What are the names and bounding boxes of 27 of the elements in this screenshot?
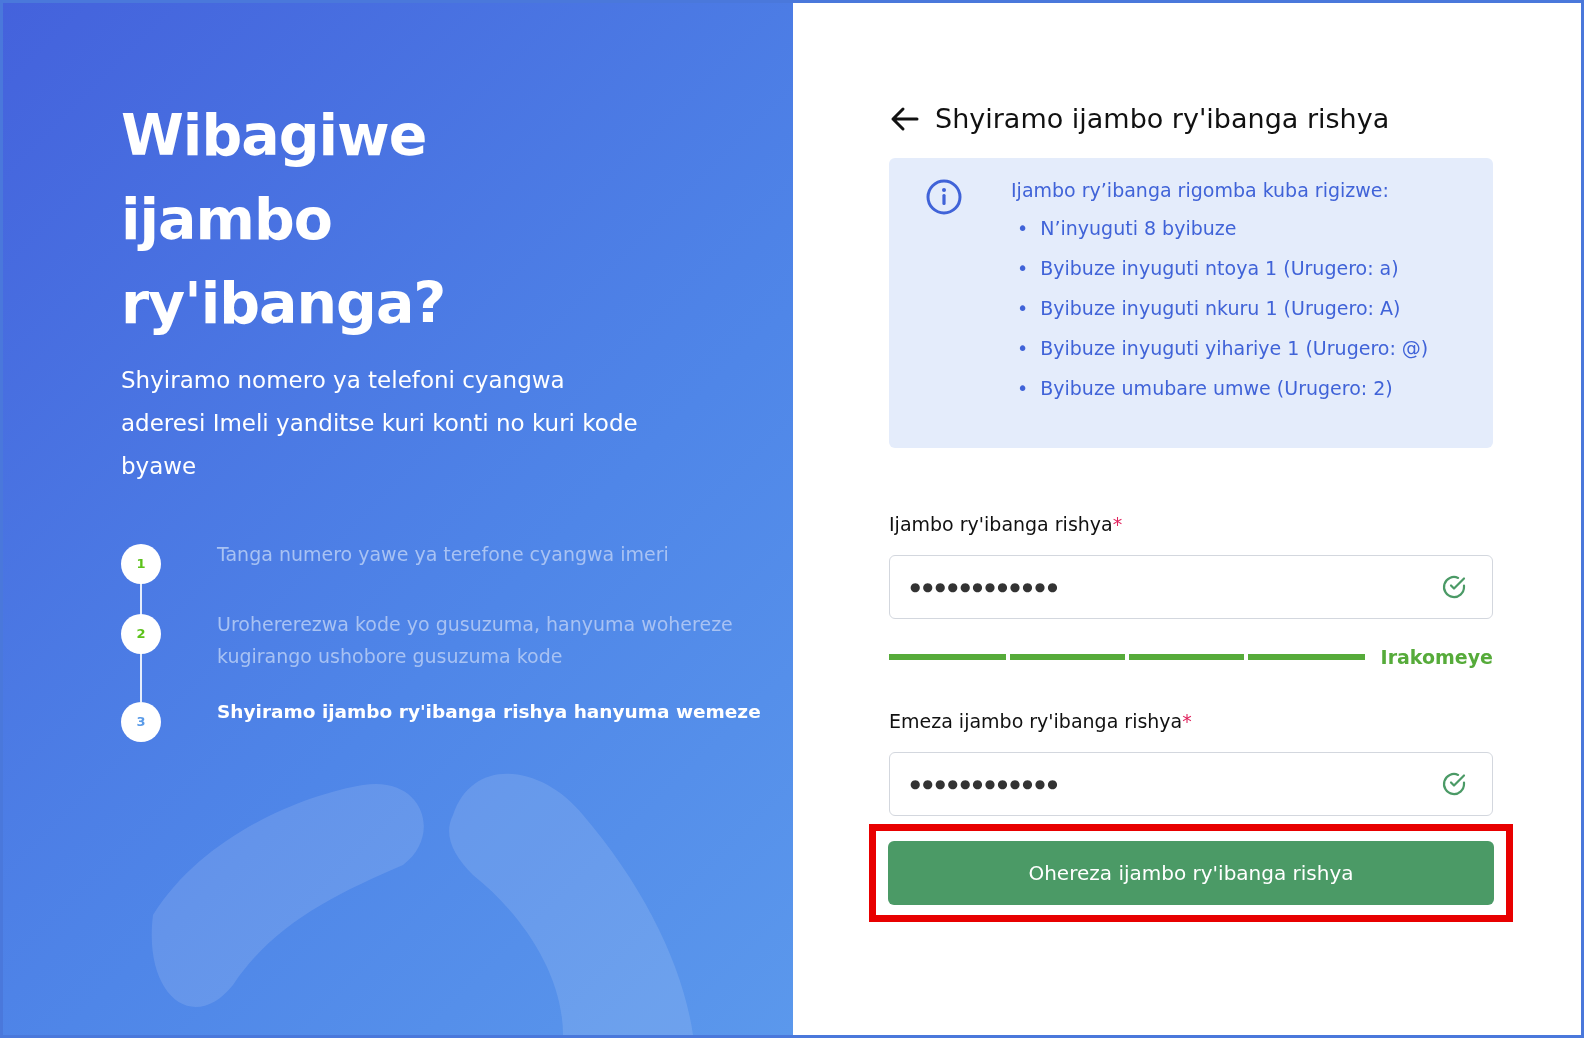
bullet: • [1017,376,1029,401]
bullet: • [1017,256,1029,281]
strength-label: Irakomeye [1380,644,1493,670]
bullet: • [1017,216,1029,241]
page-heading: Wibagiwe ijambo ry'ibanga? [121,101,447,338]
back-arrow-icon[interactable] [889,106,919,133]
step-text: Shyiramo ijambo ry'ibanga rishya hanyuma wemeze [217,700,762,724]
step-number: 2 [121,614,161,654]
step-number: 1 [121,544,161,584]
step-text: Tanga numero yawe ya terefone cyangwa imeri [217,542,670,567]
field-label: Ijambo ry'ibanga rishya* [889,512,1124,537]
bullet: • [1017,296,1029,321]
field-label: Emeza ijambo ry'ibanga rishya* [889,709,1193,734]
bullet: • [1017,336,1029,361]
password-field[interactable]: ●●●●●●●●●●●● [889,751,1493,816]
rule-item: Byibuze inyuguti ntoya 1 (Urugero: a) [1040,256,1399,281]
step-number: 3 [121,702,161,742]
rule-item: Byibuze inyuguti nkuru 1 (Urugero: A) [1040,296,1401,321]
rule-item: Byibuze umubare umwe (Urugero: 2) [1040,376,1393,401]
step-text: Urohererezwa kode yo gusuzuma, hanyuma wohereze kugirango ushobore gusuzuma kode [217,612,734,669]
rule-item: N’inyuguti 8 byibuze [1040,216,1237,241]
page-subtitle: Shyiramo nomero ya telefoni cyangwa aderesi Imeli yanditse kuri konti no kuri kode byawe [121,366,639,481]
rules-heading: Ijambo ry’ibanga rigomba kuba rigizwe: [1011,177,1390,203]
rule-item: Byibuze inyuguti yihariye 1 (Urugero: @) [1040,336,1429,361]
info-icon [925,177,963,216]
password-field[interactable]: ●●●●●●●●●●●● [889,554,1493,619]
form-title: Shyiramo ijambo ry'ibanga rishya [935,102,1390,136]
